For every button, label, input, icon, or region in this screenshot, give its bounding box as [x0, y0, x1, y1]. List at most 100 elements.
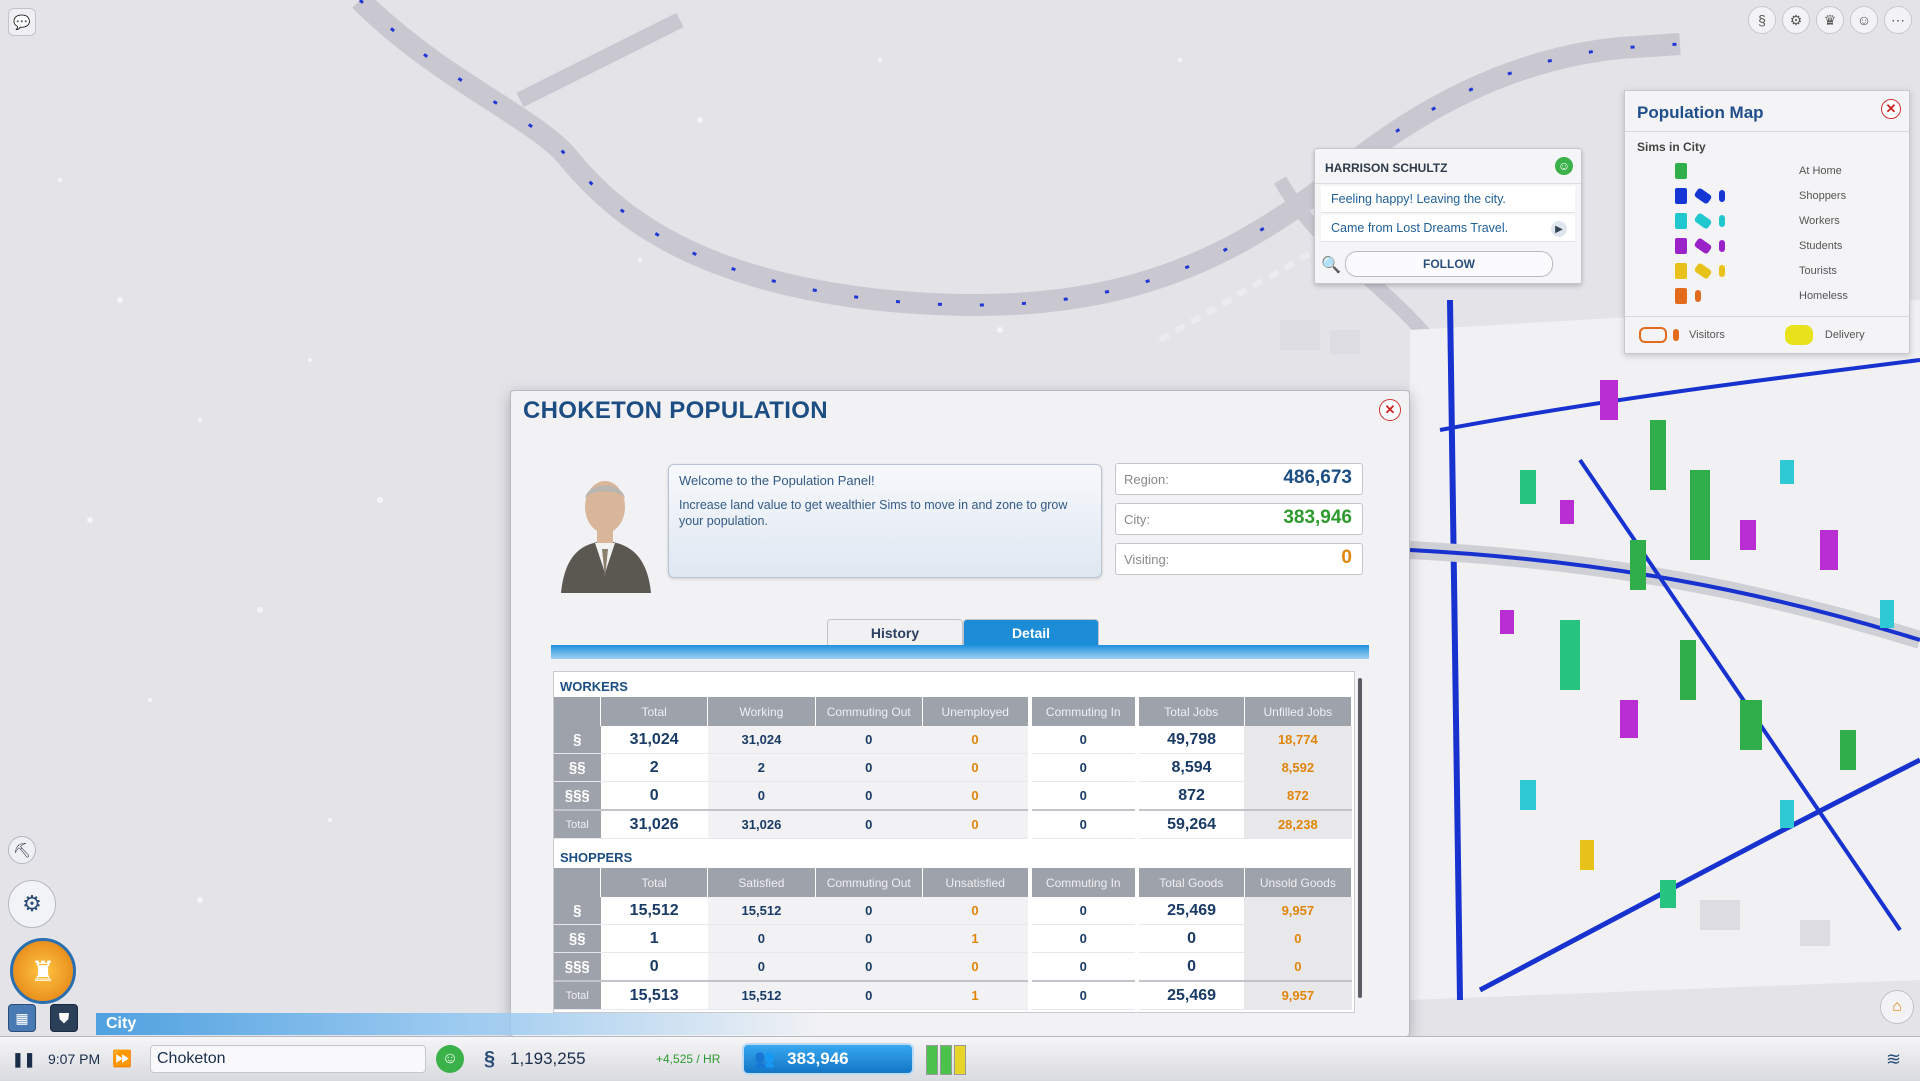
rci-residential-bar[interactable]	[926, 1045, 938, 1075]
legend-row: Students	[1625, 233, 1909, 258]
table-cell: 0	[1029, 809, 1139, 839]
wealth-level-icon: §	[554, 726, 601, 754]
city-stat: City: 383,946	[1115, 503, 1363, 535]
table-cell: 8,594	[1136, 753, 1245, 782]
close-icon[interactable]: ✕	[1379, 399, 1401, 421]
column-header: Commuting In	[1029, 868, 1139, 897]
population-button[interactable]: 👥 383,946	[742, 1043, 914, 1075]
column-header: Unemployed	[922, 697, 1032, 726]
shoppers-heading: SHOPPERS	[560, 850, 633, 865]
happiness-icon[interactable]: ☺	[436, 1045, 464, 1073]
more-icon[interactable]: ⋯	[1884, 6, 1912, 34]
population-panel: CHOKETON POPULATION ✕ Welcome to the Pop…	[510, 390, 1410, 1037]
follow-button[interactable]: FOLLOW	[1345, 251, 1553, 277]
table-cell: 1	[600, 924, 708, 953]
table-cell: 0	[815, 924, 923, 953]
pause-icon[interactable]: ❚❚	[12, 1045, 35, 1073]
table-row: §§§ 0 0 0 0 0 872 872	[554, 781, 1352, 811]
legend-footer: Visitors Delivery	[1625, 316, 1909, 353]
trophy-icon[interactable]: ♛	[1816, 6, 1844, 34]
legend-vehicle-icon	[1693, 186, 1713, 205]
column-header: Total Jobs	[1136, 697, 1245, 726]
legend-row: Tourists	[1625, 258, 1909, 283]
table-cell: 0	[600, 952, 708, 982]
population-map-title: Population Map	[1625, 91, 1909, 132]
table-cell: 0	[1244, 924, 1352, 953]
play-arrow-icon[interactable]: ▶	[1551, 221, 1567, 237]
city-hall-icon[interactable]: ♜	[10, 938, 76, 1004]
region-value: 486,673	[1283, 467, 1352, 488]
table-cell: 0	[1029, 897, 1139, 925]
close-icon[interactable]: ✕	[1881, 99, 1901, 119]
city-name-field[interactable]: Choketon	[150, 1045, 426, 1073]
advisor-avatar	[555, 463, 655, 593]
table-cell: 15,512	[707, 980, 816, 1010]
rci-commercial-bar[interactable]	[940, 1045, 952, 1075]
bulldoze-icon[interactable]: ⛏	[8, 836, 36, 864]
table-cell: 0	[1029, 924, 1139, 953]
legend-walker-icon	[1719, 264, 1725, 277]
table-cell: 0	[707, 781, 816, 811]
table-cell: 15,513	[600, 980, 708, 1010]
workers-section: WORKERS Total Working Commuting Out Unemplo…	[554, 672, 1354, 839]
wealth-level-icon: §§	[554, 924, 601, 953]
delivery-label: Delivery	[1824, 329, 1865, 341]
legend-vehicle-icon	[1693, 261, 1713, 280]
visiting-stat: Visiting: 0	[1115, 543, 1363, 575]
sim-status: Feeling happy! Leaving the city.	[1321, 186, 1575, 213]
column-header: Unsold Goods	[1244, 868, 1353, 897]
income-rate: +4,525 / HR	[656, 1052, 721, 1066]
shoppers-section: SHOPPERS Total Satisfied Commuting Out Unsa…	[554, 843, 1354, 1010]
workers-table: Total Working Commuting Out Unemployed Commu…	[554, 697, 1353, 839]
detail-table-area[interactable]: WORKERS Total Working Commuting Out Unemplo…	[553, 671, 1362, 1013]
table-cell: 0	[1029, 726, 1139, 754]
tab-detail[interactable]: Detail	[963, 619, 1099, 646]
simoleon-icon[interactable]: §	[1748, 6, 1776, 34]
table-cell: 0	[815, 753, 923, 782]
legend-label: At Home	[1799, 164, 1842, 177]
city-view-tab[interactable]: City	[96, 1013, 1916, 1035]
legend-row: Homeless	[1625, 283, 1909, 308]
scrollbar[interactable]	[1358, 678, 1362, 998]
city-tab-icon[interactable]: ▦	[8, 1004, 36, 1032]
table-cell: 0	[922, 897, 1032, 925]
wealth-level-icon: §§§	[554, 781, 601, 811]
table-cell: 0	[600, 781, 708, 811]
city-tab-label: City	[106, 1015, 137, 1032]
region-label: Region:	[1124, 472, 1169, 487]
table-cell: 2	[707, 753, 816, 782]
layers-icon[interactable]: ≋	[1886, 1045, 1901, 1073]
welcome-text: Welcome to the Population Panel!	[679, 473, 875, 488]
total-label: Total	[554, 809, 601, 839]
tab-history[interactable]: History	[827, 619, 963, 646]
legend-vehicle-icon	[1693, 236, 1713, 255]
shield-icon[interactable]: ⛊	[50, 1004, 78, 1032]
table-cell: 0	[1029, 980, 1139, 1010]
legend-swatch-icon	[1675, 262, 1687, 279]
column-header: Unfilled Jobs	[1244, 697, 1353, 726]
table-cell: 9,957	[1244, 980, 1352, 1010]
chat-icon[interactable]: 💬	[8, 8, 36, 36]
friends-icon[interactable]: ☺	[1850, 6, 1878, 34]
table-cell: 31,026	[600, 809, 708, 839]
legend-row: Shoppers	[1625, 183, 1909, 208]
table-cell: 2	[600, 753, 708, 782]
legend-swatch-icon	[1675, 287, 1687, 304]
table-cell: 0	[815, 897, 923, 925]
table-cell: 0	[707, 924, 816, 953]
magnifier-icon[interactable]: 🔍	[1321, 255, 1341, 275]
region-view-icon[interactable]: ⚙	[8, 880, 56, 928]
legend-label: Workers	[1799, 214, 1840, 227]
settings-icon[interactable]: ⚙	[1782, 6, 1810, 34]
simoleon-icon: §	[484, 1047, 496, 1070]
population-map-legend: Population Map ✕ Sims in City At Home Sho…	[1624, 90, 1910, 354]
funds-value[interactable]: 1,193,255	[510, 1045, 586, 1073]
rci-industrial-bar[interactable]	[954, 1045, 966, 1075]
legend-label: Shoppers	[1799, 189, 1847, 202]
visitors-icon	[1639, 327, 1667, 343]
table-cell: 15,512	[707, 897, 816, 925]
column-header: Commuting Out	[815, 868, 923, 897]
fast-forward-icon[interactable]: ⏩	[112, 1045, 132, 1073]
row-icon-column-header	[554, 697, 601, 726]
visiting-label: Visiting:	[1124, 552, 1170, 567]
